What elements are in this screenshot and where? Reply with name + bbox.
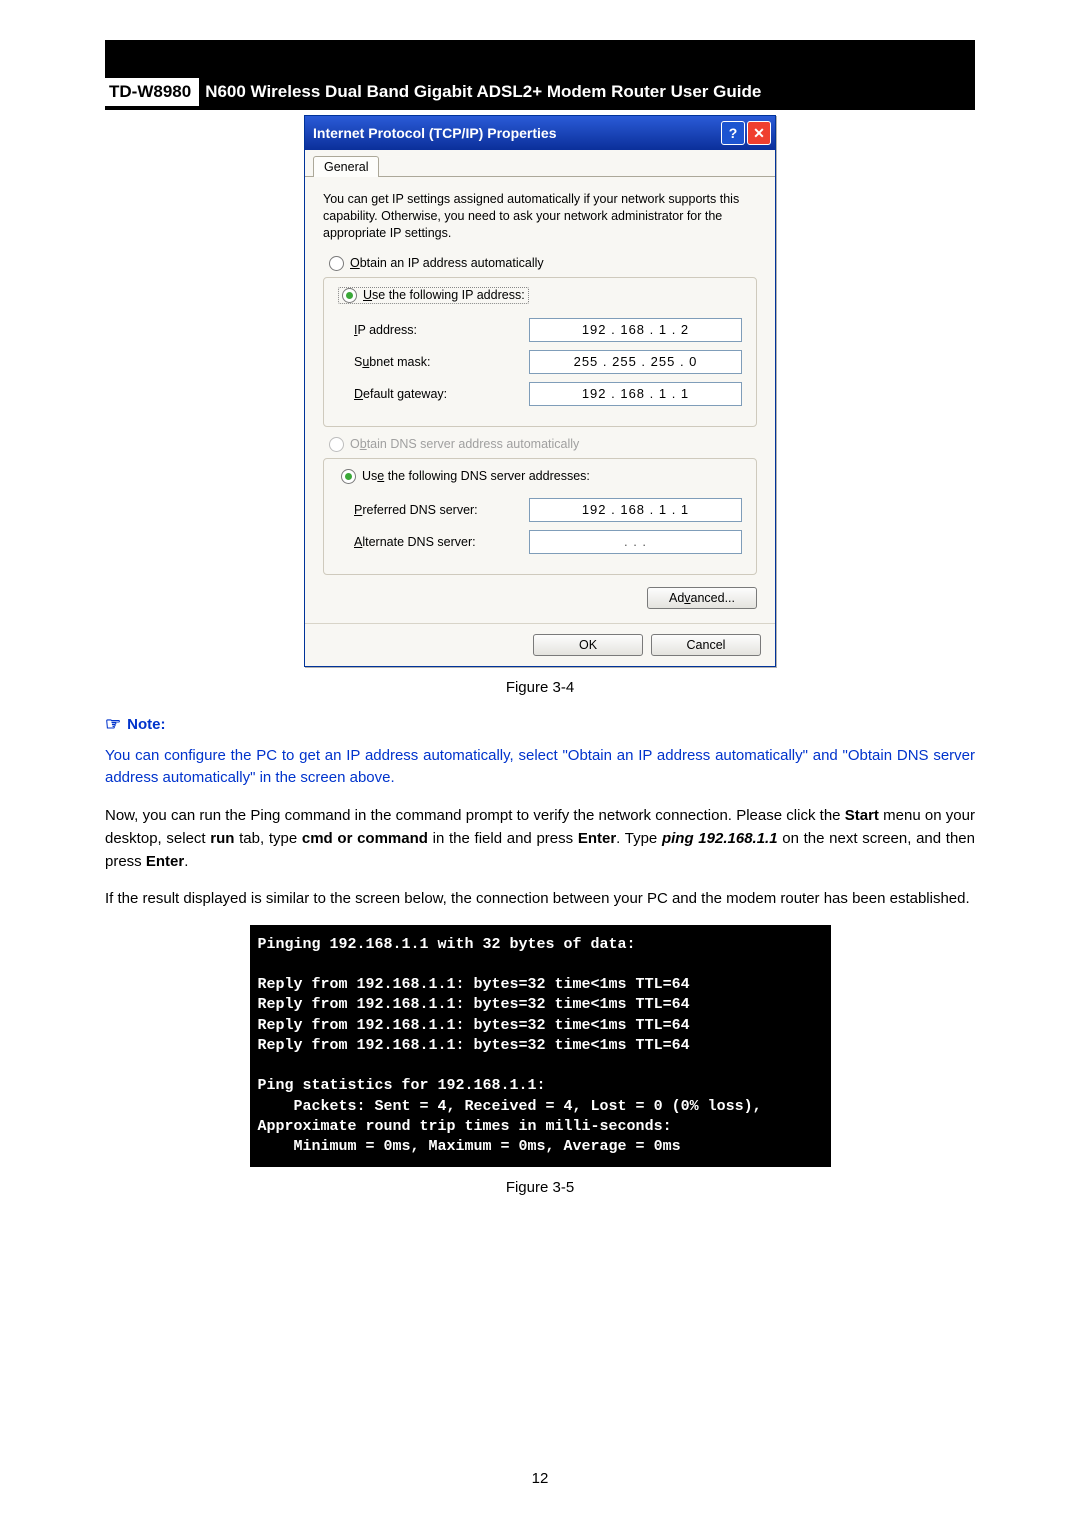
radio-label-part: O [350,437,360,451]
dialog-description: You can get IP settings assigned automat… [323,191,757,242]
radio-obtain-ip-auto[interactable]: Obtain an IP address automatically [329,256,757,271]
default-gateway-input[interactable]: 192 . 168 . 1 . 1 [529,382,742,406]
help-button[interactable]: ? [721,121,745,145]
radio-label-part: se the following IP address: [372,288,525,302]
subnet-mask-label: Subnet mask: [338,355,529,369]
radio-obtain-dns-auto: Obtain DNS server address automatically [329,437,757,452]
radio-icon [342,288,357,303]
radio-icon [329,437,344,452]
ok-button[interactable]: OK [533,634,643,656]
ip-address-label: IP address: [338,323,529,337]
alternate-dns-label: Alternate DNS server: [338,535,529,549]
note-heading-text: Note: [127,716,165,733]
radio-label-part: tain DNS server address automatically [367,437,580,451]
dialog-titlebar[interactable]: Internet Protocol (TCP/IP) Properties ? … [305,116,775,150]
ip-address-input[interactable]: 192 . 168 . 1 . 2 [529,318,742,342]
header-black-strip [105,40,975,78]
tcp-ip-properties-dialog: Internet Protocol (TCP/IP) Properties ? … [304,115,776,667]
close-button[interactable]: ✕ [747,121,771,145]
alternate-dns-input[interactable]: . . . [529,530,742,554]
dns-address-group: Use the following DNS server addresses: … [323,458,757,575]
radio-label-part: btain an IP address automatically [360,256,544,270]
preferred-dns-label: Preferred DNS server: [338,503,529,517]
tab-general[interactable]: General [313,156,379,177]
radio-icon [329,256,344,271]
command-prompt-output: Pinging 192.168.1.1 with 32 bytes of dat… [250,925,831,1168]
radio-label-part: Us [362,469,377,483]
result-paragraph: If the result displayed is similar to th… [105,887,975,910]
radio-label-part: O [350,256,360,270]
preferred-dns-input[interactable]: 192 . 168 . 1 . 1 [529,498,742,522]
page-header: TD-W8980 N600 Wireless Dual Band Gigabit… [105,78,975,110]
radio-use-following-dns[interactable]: Use the following DNS server addresses: [338,469,593,484]
guide-title: N600 Wireless Dual Band Gigabit ADSL2+ M… [199,78,975,106]
radio-use-following-ip[interactable]: Use the following IP address: [338,287,529,304]
note-paragraph: You can configure the PC to get an IP ad… [105,745,975,790]
ping-instructions-paragraph: Now, you can run the Ping command in the… [105,804,975,874]
product-model: TD-W8980 [105,78,199,106]
radio-label-part: the following DNS server addresses: [384,469,590,483]
dialog-title: Internet Protocol (TCP/IP) Properties [313,125,719,141]
figure-3-5-caption: Figure 3-5 [105,1179,975,1196]
pointing-hand-icon: ☞ [105,714,121,735]
ip-address-group: Use the following IP address: IP address… [323,277,757,427]
figure-3-4-caption: Figure 3-4 [105,679,975,696]
default-gateway-label: Default gateway: [338,387,529,401]
page-number: 12 [0,1470,1080,1487]
cancel-button[interactable]: Cancel [651,634,761,656]
subnet-mask-input[interactable]: 255 . 255 . 255 . 0 [529,350,742,374]
radio-label-part: U [363,288,372,302]
radio-icon [341,469,356,484]
advanced-button[interactable]: Advanced... [647,587,757,609]
note-heading: ☞ Note: [105,714,975,735]
